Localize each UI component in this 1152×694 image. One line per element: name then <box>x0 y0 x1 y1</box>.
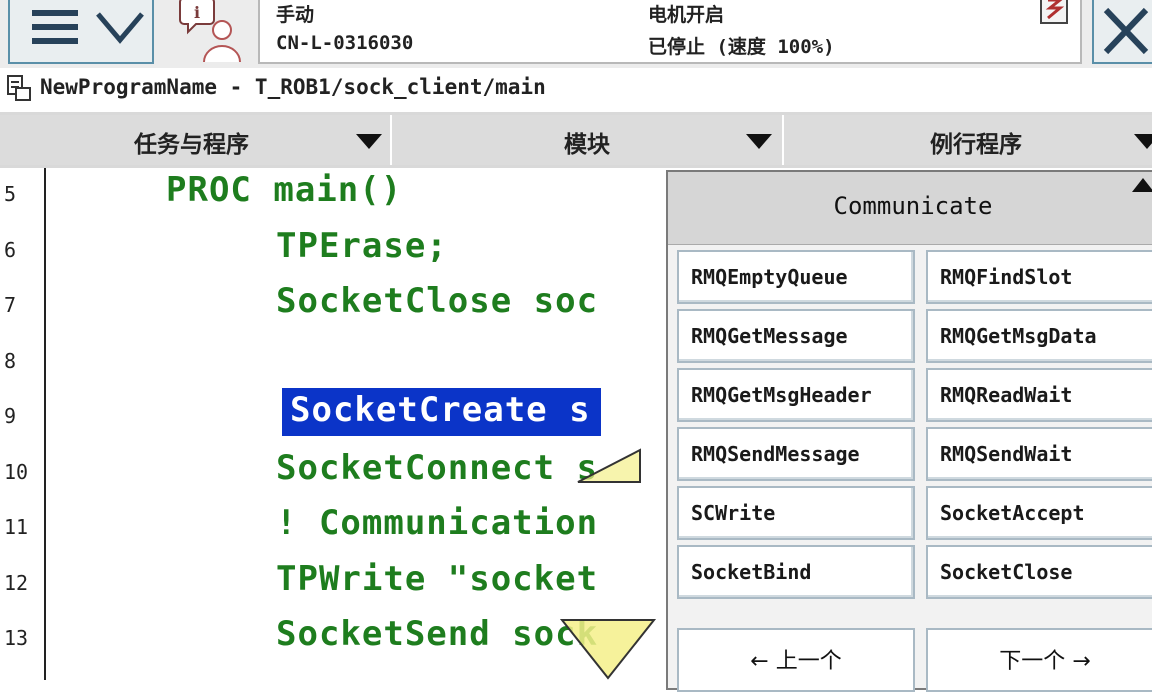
button-label: SocketBind <box>691 560 812 584</box>
hamburger-icon <box>32 10 78 44</box>
line-number: 8 <box>4 349 17 373</box>
dropdown-arrow-icon <box>746 134 772 149</box>
button-label: RMQGetMessage <box>691 324 848 348</box>
tab-label: 模块 <box>564 132 610 158</box>
close-icon <box>1103 7 1149 55</box>
picklist-header[interactable]: Communicate <box>668 172 1152 245</box>
button-label: RMQEmptyQueue <box>691 265 848 289</box>
code-line[interactable]: PROC main() <box>166 170 402 210</box>
instr-socketclose-button[interactable]: SocketClose <box>926 545 1152 599</box>
button-label: SocketAccept <box>940 501 1085 525</box>
code-line[interactable]: SocketSend sock <box>276 614 598 654</box>
instr-rmqsendmessage-button[interactable]: RMQSendMessage <box>677 427 915 481</box>
tab-bar: 任务与程序 模块 例行程序 <box>0 112 1152 168</box>
button-label: RMQSendMessage <box>691 442 860 466</box>
line-number: 6 <box>4 238 17 262</box>
dropdown-arrow-icon <box>1134 134 1152 149</box>
run-state: 已停止 (速度 100%) <box>648 36 835 58</box>
chevron-down-icon <box>96 12 144 44</box>
code-line-selected[interactable]: SocketCreate s <box>282 388 601 436</box>
instr-socketbind-button[interactable]: SocketBind <box>677 545 915 599</box>
instr-socketaccept-button[interactable]: SocketAccept <box>926 486 1152 540</box>
program-editor-icon <box>7 75 31 101</box>
line-number: 11 <box>4 515 29 539</box>
instr-scwrite-button[interactable]: SCWrite <box>677 486 915 540</box>
button-label: RMQGetMsgData <box>940 324 1097 348</box>
line-number: 12 <box>4 571 29 595</box>
button-label: SCWrite <box>691 501 776 525</box>
dropdown-arrow-icon <box>356 134 382 149</box>
status-panel[interactable]: 手动 CN-L-0316030 电机开启 已停止 (速度 100%) <box>258 0 1082 64</box>
line-number: 10 <box>4 460 29 484</box>
tab-tasks-and-programs[interactable]: 任务与程序 <box>0 115 392 165</box>
tab-modules[interactable]: 模块 <box>392 115 784 165</box>
top-bar: i 手动 CN-L-0316030 电机开启 已停止 (速度 100%) <box>0 0 1152 68</box>
button-label: RMQFindSlot <box>940 265 1073 289</box>
button-label: SocketClose <box>940 560 1073 584</box>
abb-menu-button[interactable] <box>8 0 154 64</box>
program-path-bar: NewProgramName - T_ROB1/sock_client/main <box>0 68 1152 113</box>
program-state-icon <box>1040 0 1068 24</box>
svg-text:i: i <box>194 3 200 22</box>
previous-page-button[interactable]: ← 上一个 <box>677 628 915 692</box>
line-number: 5 <box>4 182 17 206</box>
instr-rmqgetmessage-button[interactable]: RMQGetMessage <box>677 309 915 363</box>
scroll-up-icon[interactable] <box>1132 178 1152 192</box>
line-number: 13 <box>4 626 29 650</box>
picklist-category-title: Communicate <box>833 192 993 220</box>
instr-rmqsendwait-button[interactable]: RMQSendWait <box>926 427 1152 481</box>
instr-rmqgetmsgdata-button[interactable]: RMQGetMsgData <box>926 309 1152 363</box>
insertion-cursor-icon <box>577 448 641 483</box>
program-path: NewProgramName - T_ROB1/sock_client/main <box>40 75 546 99</box>
code-line[interactable]: TPWrite "socket <box>276 559 598 599</box>
button-label: RMQSendWait <box>940 442 1073 466</box>
button-label: RMQGetMsgHeader <box>691 383 872 407</box>
motor-state: 电机开启 <box>648 4 725 26</box>
line-number-gutter: 5 6 7 8 9 10 11 12 13 <box>0 168 46 680</box>
line-number: 7 <box>4 293 17 317</box>
operation-mode: 手动 <box>276 4 315 26</box>
tab-label: 任务与程序 <box>134 132 249 158</box>
instr-rmqreadwait-button[interactable]: RMQReadWait <box>926 368 1152 422</box>
instr-rmqemptyqueue-button[interactable]: RMQEmptyQueue <box>677 250 915 304</box>
code-line[interactable]: SocketConnect s <box>276 448 598 488</box>
instruction-picklist: Communicate RMQEmptyQueue RMQFindSlot RM… <box>666 170 1152 692</box>
instr-rmqfindslot-button[interactable]: RMQFindSlot <box>926 250 1152 304</box>
instr-rmqgetmsgheader-button[interactable]: RMQGetMsgHeader <box>677 368 915 422</box>
touch-cursor-icon <box>559 619 657 680</box>
code-line[interactable]: ! Communication <box>276 503 598 543</box>
button-label: RMQReadWait <box>940 383 1073 407</box>
next-page-button[interactable]: 下一个 → <box>926 628 1152 692</box>
code-line[interactable]: TPErase; <box>276 226 448 266</box>
tab-label: 例行程序 <box>930 132 1022 158</box>
code-line[interactable]: SocketClose soc <box>276 281 598 321</box>
tab-routines[interactable]: 例行程序 <box>784 115 1152 165</box>
line-number: 9 <box>4 404 17 428</box>
operator-window-icon[interactable]: i <box>170 0 250 66</box>
controller-id: CN-L-0316030 <box>276 32 414 54</box>
close-button[interactable] <box>1092 0 1152 64</box>
code-editor[interactable]: PROC main() TPErase; SocketClose soc Soc… <box>48 168 668 680</box>
